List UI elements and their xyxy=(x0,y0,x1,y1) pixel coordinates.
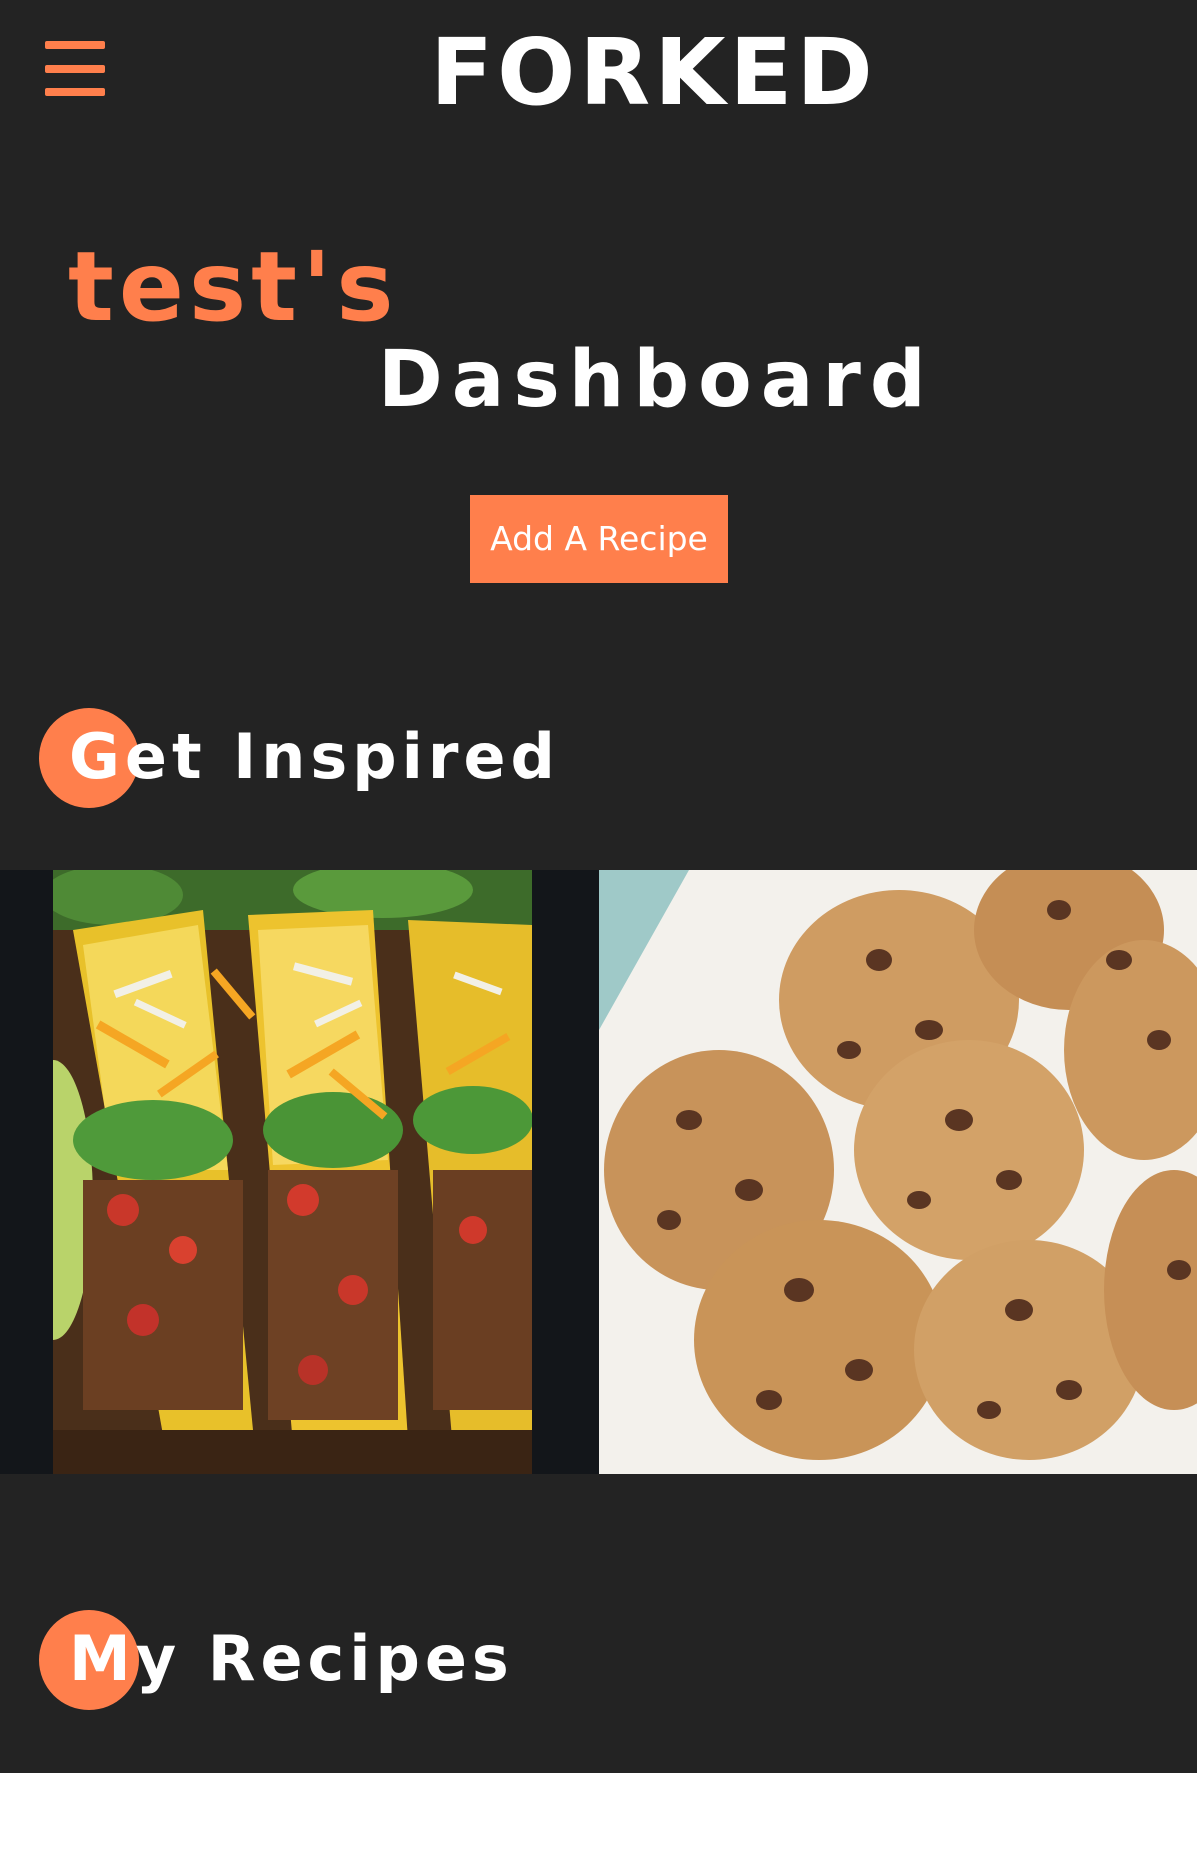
get-inspired-label: Get Inspired xyxy=(69,720,560,793)
brand-text: FORKED xyxy=(430,19,877,126)
cookies-image xyxy=(599,870,1197,1474)
username-heading: test's xyxy=(68,231,399,343)
my-recipes-label: My Recipes xyxy=(69,1622,514,1695)
tacos-image xyxy=(53,870,532,1474)
my-recipes-panel xyxy=(0,1773,1197,1875)
add-recipe-button[interactable]: Add A Recipe xyxy=(470,495,728,583)
brand-logo[interactable]: FORKED xyxy=(0,18,1197,128)
dashboard-page: FORKED test's Dashboard Add A Recipe Get… xyxy=(0,0,1197,1875)
carousel-card-tacos[interactable] xyxy=(53,870,532,1474)
inspiration-carousel[interactable] xyxy=(0,870,1197,1474)
carousel-card-cookies[interactable] xyxy=(599,870,1197,1474)
dashboard-title: Dashboard xyxy=(378,335,935,425)
